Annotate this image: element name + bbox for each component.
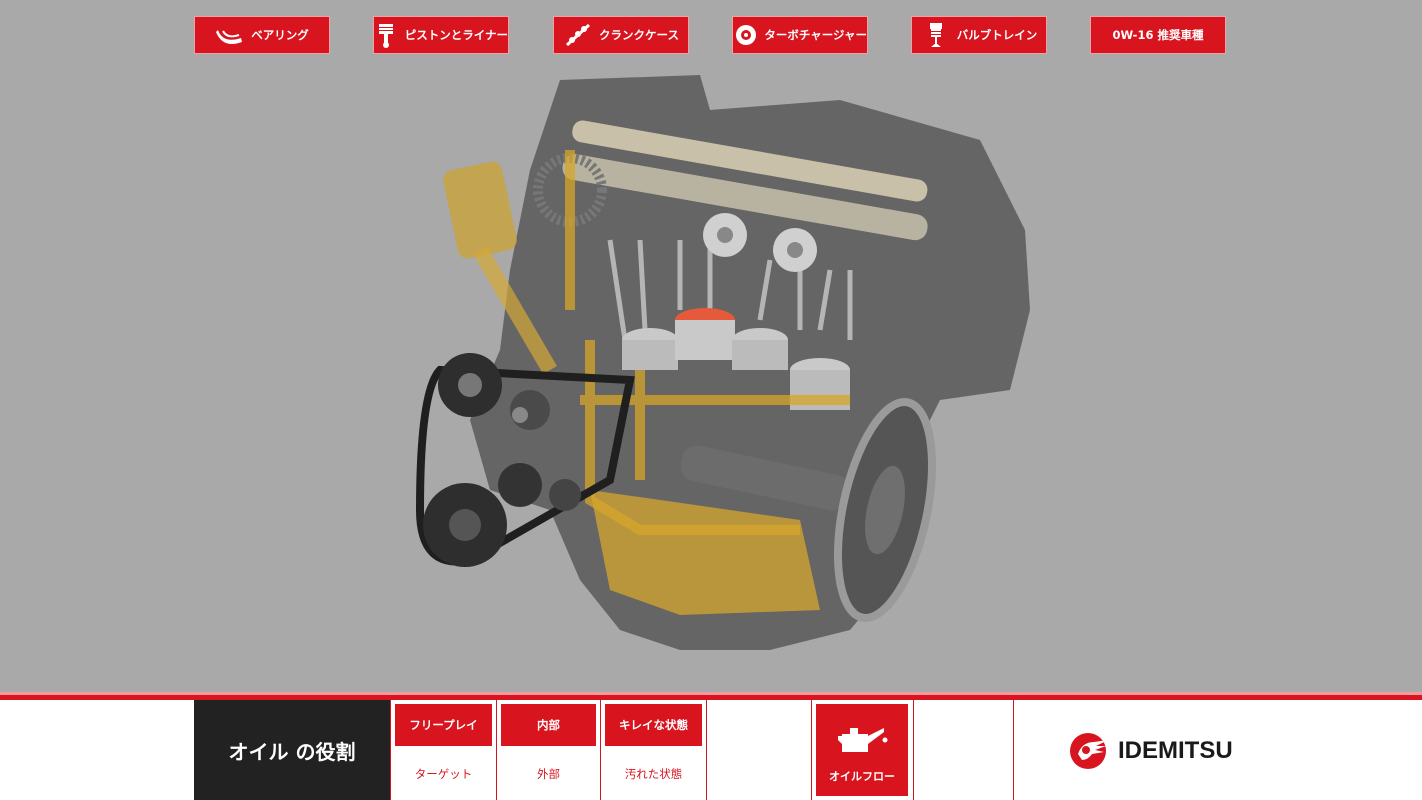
tab-target[interactable]: ターゲット (391, 758, 496, 790)
tab-clean-state[interactable]: キレイな状態 (605, 704, 702, 746)
bearing-icon (215, 22, 245, 48)
oil-can-icon (838, 728, 888, 752)
tab-internal[interactable]: 内部 (501, 704, 596, 746)
oil-flow-button[interactable]: オイルフロー (816, 704, 908, 796)
nav-piston-button[interactable]: ピストンとライナー (373, 16, 509, 54)
nav-recommended-cars-button[interactable]: 0W-16 推奨車種 (1090, 16, 1226, 54)
nav-valve-button[interactable]: バルブトレイン (911, 16, 1047, 54)
nav-turbo-button[interactable]: ターボチャージャー (732, 16, 868, 54)
turbo-icon (733, 22, 758, 48)
bottom-control-bar: オイル の役割 フリープレイ ターゲット 内部 外部 キレイな状態 汚れた状態 … (0, 700, 1422, 800)
brand-divider (1013, 700, 1014, 800)
engine-3d-viewer[interactable] (380, 70, 1060, 670)
tab-group-freeplay: フリープレイ ターゲット (390, 700, 496, 800)
oil-reservoir (443, 161, 517, 259)
nav-valve-label: バルブトレイン (956, 28, 1038, 42)
idemitsu-logo: IDEMITSU (1068, 732, 1233, 770)
tab-group-internal: 内部 外部 (496, 700, 600, 800)
tab-freeplay[interactable]: フリープレイ (395, 704, 492, 746)
piston-icon (374, 22, 399, 48)
tab-external[interactable]: 外部 (497, 758, 600, 790)
engine-illustration (415, 75, 1030, 650)
tab-group-clean: キレイな状態 汚れた状態 (600, 700, 707, 800)
nav-crankcase-button[interactable]: クランクケース (553, 16, 689, 54)
idemitsu-emblem (1070, 733, 1108, 769)
nav-recommended-cars-label: 0W-16 推奨車種 (1112, 28, 1204, 42)
valve-icon (921, 22, 951, 48)
tab-dirty-state[interactable]: 汚れた状態 (601, 758, 706, 790)
oil-flow-label: オイルフロー (829, 770, 895, 783)
nav-bearing-label: ベアリング (251, 28, 309, 42)
top-navigation: ベアリング ピストンとライナー クランクケース ターボチャージャー バルブトレイ… (0, 16, 1422, 54)
nav-bearing-button[interactable]: ベアリング (194, 16, 330, 54)
oil-role-title: オイル の役割 (194, 700, 390, 800)
nav-crankcase-label: クランクケース (599, 28, 679, 42)
nav-piston-label: ピストンとライナー (404, 28, 508, 42)
crankcase-icon (563, 22, 593, 48)
nav-turbo-label: ターボチャージャー (764, 28, 867, 42)
brand-name: IDEMITSU (1118, 737, 1233, 764)
